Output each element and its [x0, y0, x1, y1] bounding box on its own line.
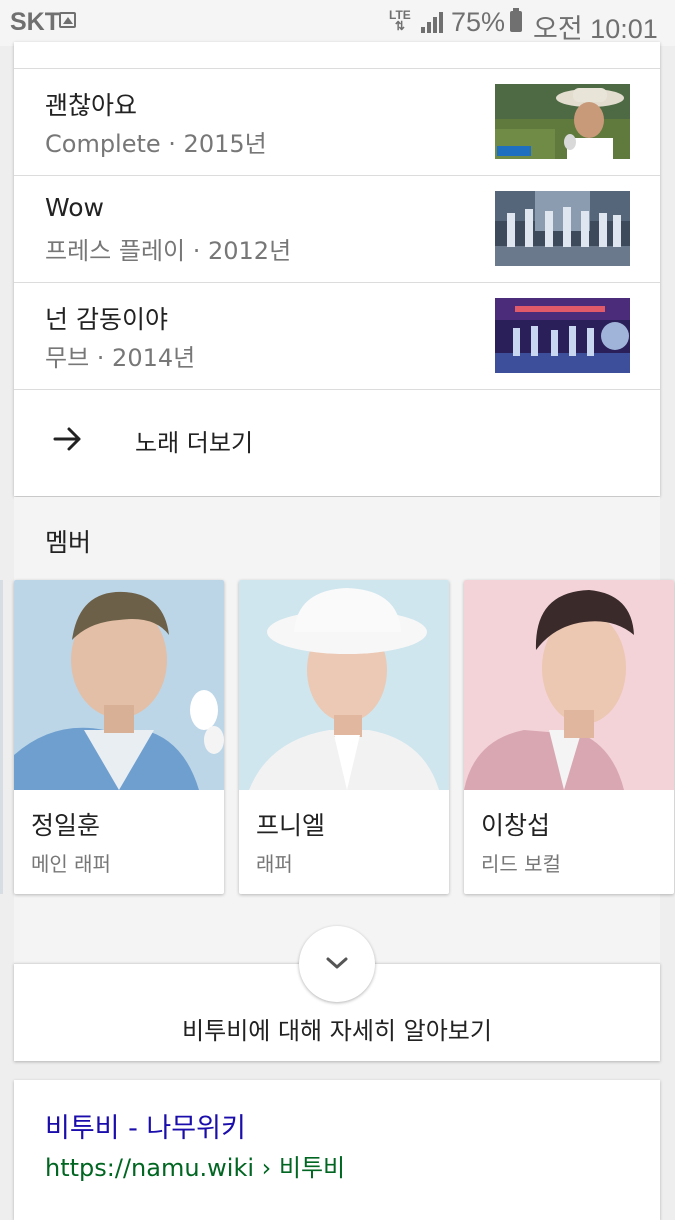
song-thumbnail: [495, 298, 630, 373]
expand-button[interactable]: [299, 926, 375, 1002]
network-type-text: LTE: [389, 8, 411, 22]
status-bar: SKT LTE ⇅ 75% 오전 10:01: [0, 0, 675, 46]
image-notification-icon: [59, 12, 76, 28]
signal-icon: [421, 12, 443, 33]
member-photo: [239, 580, 449, 790]
divider: [14, 282, 660, 283]
divider: [14, 389, 660, 390]
battery-percent: 75%: [451, 7, 506, 37]
section-title: 멤버: [45, 528, 92, 557]
learn-more-label: 비투비에 대해 자세히 알아보기: [182, 1017, 492, 1045]
song-title: 괜찮아요: [45, 91, 138, 120]
member-card[interactable]: 프니엘 래퍼: [239, 580, 449, 894]
song-title: 넌 감동이야: [45, 305, 168, 334]
carrier-label: SKT: [10, 8, 60, 36]
member-photo: [14, 580, 224, 790]
result-url: https://namu.wiki › 비투비: [45, 1154, 346, 1182]
clock: 오전 10:01: [533, 14, 658, 44]
members-section: 멤버 정일훈 메인 래퍼 프니엘 래퍼 이창섭 리드 보컬: [14, 497, 674, 963]
battery-icon: [510, 8, 522, 32]
member-card[interactable]: 이창섭 리드 보컬: [464, 580, 674, 894]
song-meta: 프레스 플레이 · 2012년: [45, 237, 292, 265]
songs-card: 괜찮아요 Complete · 2015년 Wow 프레스 플레이 · 2012…: [14, 42, 660, 496]
more-songs-row[interactable]: 노래 더보기: [14, 389, 660, 496]
member-role: 메인 래퍼: [31, 852, 111, 876]
song-row[interactable]: Wow 프레스 플레이 · 2012년: [14, 175, 660, 281]
divider: [14, 68, 660, 69]
member-name: 이창섭: [481, 811, 551, 840]
arrow-right-icon: [53, 427, 81, 451]
song-thumbnail: [495, 84, 630, 159]
song-meta: 무브 · 2014년: [45, 344, 196, 372]
search-result-card: 비투비 - 나무위키 https://namu.wiki › 비투비: [14, 1080, 660, 1220]
song-thumbnail: [495, 191, 630, 266]
result-title-link[interactable]: 비투비 - 나무위키: [45, 1106, 246, 1145]
previous-member-card-edge: [0, 580, 3, 894]
chevron-down-icon: [326, 957, 348, 969]
member-name: 정일훈: [31, 811, 101, 840]
song-meta: Complete · 2015년: [45, 130, 267, 158]
member-name: 프니엘: [256, 811, 326, 840]
network-type-label: LTE ⇅: [389, 8, 411, 33]
member-role: 래퍼: [256, 852, 293, 876]
divider: [14, 175, 660, 176]
member-card[interactable]: 정일훈 메인 래퍼: [14, 580, 224, 894]
song-row[interactable]: 넌 감동이야 무브 · 2014년: [14, 282, 660, 388]
member-role: 리드 보컬: [481, 852, 561, 876]
song-row[interactable]: 괜찮아요 Complete · 2015년: [14, 68, 660, 174]
song-title: Wow: [45, 193, 104, 222]
member-photo: [464, 580, 674, 790]
more-songs-label: 노래 더보기: [135, 429, 254, 457]
